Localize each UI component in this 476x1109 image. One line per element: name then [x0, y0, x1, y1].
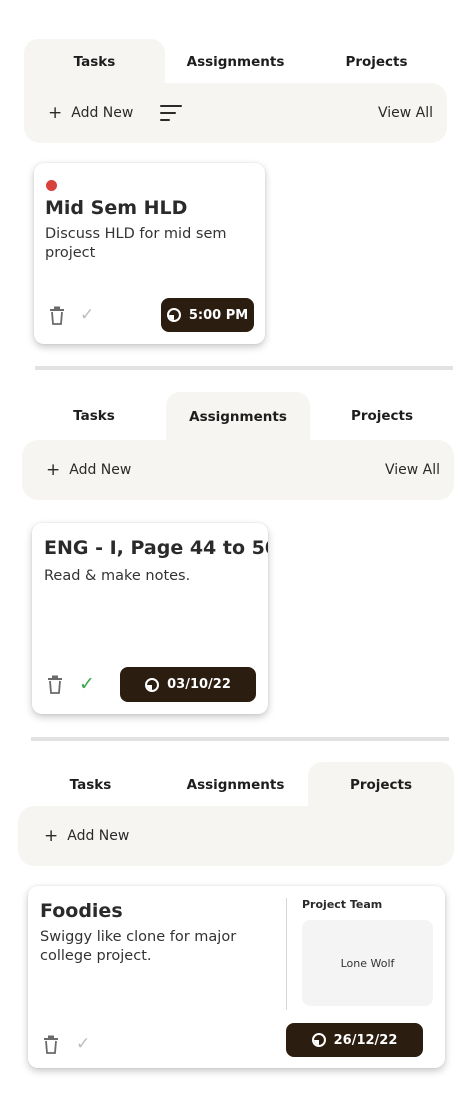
assignments-section: Tasks Assignments Projects + Add New Vie…: [22, 392, 454, 502]
assignment-description: Read & make notes.: [44, 568, 191, 584]
project-card[interactable]: Foodies Swiggy like clone for major coll…: [28, 886, 445, 1068]
tab-projects[interactable]: Projects: [306, 39, 447, 85]
tab-bar: Tasks Assignments Projects: [22, 392, 454, 442]
due-date: 03/10/22: [167, 677, 231, 692]
tab-projects[interactable]: Projects: [308, 762, 454, 808]
due-date-button[interactable]: 03/10/22: [120, 667, 256, 702]
clock-icon: [311, 1033, 326, 1047]
project-description: Swiggy like clone for major college proj…: [40, 929, 237, 964]
trash-icon[interactable]: [43, 1035, 59, 1054]
tab-tasks[interactable]: Tasks: [24, 39, 165, 85]
clock-icon: [145, 677, 160, 692]
plus-icon: +: [48, 102, 63, 123]
task-title: Mid Sem HLD: [45, 197, 188, 219]
task-card[interactable]: Mid Sem HLD Discuss HLD for mid sem proj…: [34, 163, 265, 344]
section-divider: [31, 737, 449, 741]
projects-section: Tasks Assignments Projects + Add New: [18, 762, 454, 866]
add-new-button[interactable]: + Add New: [46, 440, 131, 500]
assignments-toolbar: + Add New View All: [22, 440, 454, 500]
team-member-name: Lone Wolf: [340, 956, 395, 970]
tab-assignments[interactable]: Assignments: [163, 762, 308, 808]
add-new-button[interactable]: + Add New: [44, 806, 129, 866]
add-new-label: Add New: [67, 828, 130, 844]
trash-icon[interactable]: [47, 675, 63, 694]
tab-assignments[interactable]: Assignments: [166, 392, 310, 442]
plus-icon: +: [44, 825, 59, 846]
due-time-button[interactable]: 5:00 PM: [161, 298, 254, 332]
tab-bar: Tasks Assignments Projects: [18, 762, 454, 808]
due-date: 26/12/22: [333, 1032, 398, 1048]
check-icon[interactable]: ✓: [76, 1036, 90, 1053]
view-all-link[interactable]: View All: [378, 83, 433, 143]
tab-projects[interactable]: Projects: [310, 392, 454, 440]
projects-toolbar: + Add New: [18, 806, 454, 866]
project-team-label: Project Team: [302, 898, 383, 911]
check-icon[interactable]: ✓: [80, 307, 94, 324]
tasks-section: Tasks Assignments Projects + Add New Vie…: [24, 39, 447, 144]
clock-icon: [166, 308, 181, 322]
due-date-button[interactable]: 26/12/22: [286, 1023, 423, 1057]
check-icon[interactable]: ✓: [79, 675, 95, 694]
sort-icon[interactable]: [160, 105, 182, 121]
due-time: 5:00 PM: [188, 307, 249, 323]
tab-tasks[interactable]: Tasks: [18, 762, 163, 808]
assignment-card[interactable]: ENG - I, Page 44 to 50 Read & make notes…: [32, 523, 268, 714]
add-new-label: Add New: [69, 462, 132, 478]
project-title: Foodies: [40, 900, 123, 922]
tasks-toolbar: + Add New View All: [24, 83, 447, 143]
priority-dot: [46, 180, 57, 191]
plus-icon: +: [46, 459, 61, 480]
tab-tasks[interactable]: Tasks: [22, 392, 166, 440]
view-all-link[interactable]: View All: [385, 440, 440, 500]
team-member-chip[interactable]: Lone Wolf: [302, 920, 433, 1006]
tab-assignments[interactable]: Assignments: [165, 39, 306, 85]
assignment-title: ENG - I, Page 44 to 50: [44, 537, 268, 559]
add-new-button[interactable]: + Add New: [48, 83, 133, 143]
trash-icon[interactable]: [49, 306, 65, 325]
add-new-label: Add New: [71, 105, 134, 121]
tab-bar: Tasks Assignments Projects: [24, 39, 447, 85]
task-description: Discuss HLD for mid sem project: [45, 226, 227, 261]
team-divider: [286, 898, 287, 1010]
section-divider: [35, 366, 453, 370]
